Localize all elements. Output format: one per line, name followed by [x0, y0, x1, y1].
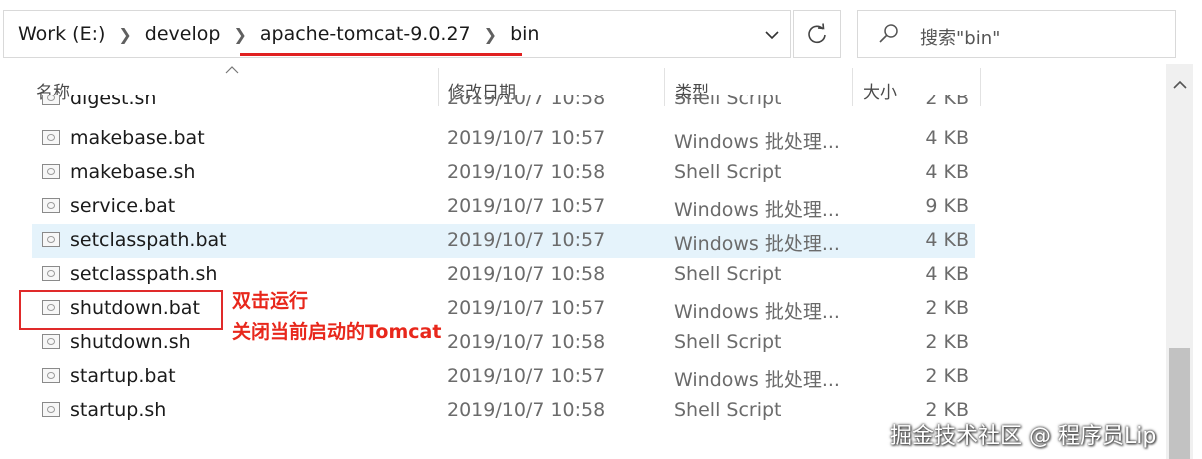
file-size: 2 KB — [925, 297, 969, 319]
batch-file-icon — [42, 368, 60, 383]
file-row[interactable]: shutdown.sh 2019/10/7 10:58 Shell Script… — [32, 326, 975, 360]
file-date: 2019/10/7 10:57 — [447, 365, 606, 387]
partial-row-clip: digest.sh 2019/10/7 10:58 Shell Script 2… — [0, 95, 1000, 115]
watermark: 掘金技术社区 @ 程序员Lip — [890, 424, 1157, 449]
file-date: 2019/10/7 10:58 — [447, 95, 606, 109]
batch-file-icon — [42, 232, 60, 247]
scrollbar-thumb[interactable] — [1169, 348, 1190, 459]
file-row[interactable]: setclasspath.sh 2019/10/7 10:58 Shell Sc… — [32, 258, 975, 292]
file-size: 4 KB — [925, 161, 969, 183]
refresh-button[interactable] — [793, 10, 841, 58]
file-name: makebase.bat — [70, 127, 205, 149]
file-size: 2 KB — [925, 95, 969, 109]
file-type: Windows 批处理... — [674, 369, 840, 391]
search-box[interactable]: 搜索"bin" — [857, 10, 1176, 58]
file-date: 2019/10/7 10:57 — [447, 127, 606, 149]
script-file-icon — [42, 402, 60, 417]
file-type: Shell Script — [674, 399, 782, 421]
file-type: Shell Script — [674, 331, 782, 353]
file-size: 9 KB — [925, 195, 969, 217]
refresh-icon — [808, 23, 826, 44]
file-row-hovered[interactable]: setclasspath.bat 2019/10/7 10:57 Windows… — [32, 224, 975, 258]
search-placeholder: 搜索"bin" — [920, 28, 1001, 49]
script-file-icon — [42, 266, 60, 281]
file-name: setclasspath.bat — [70, 229, 227, 251]
file-row[interactable]: makebase.bat 2019/10/7 10:57 Windows 批处理… — [32, 122, 975, 156]
file-date: 2019/10/7 10:58 — [447, 161, 606, 183]
file-type: Windows 批处理... — [674, 233, 840, 255]
chevron-right-icon[interactable]: ❯ — [475, 25, 506, 44]
file-row[interactable]: digest.sh 2019/10/7 10:58 Shell Script 2… — [32, 95, 975, 115]
breadcrumb-tomcat[interactable]: apache-tomcat-9.0.27 — [256, 23, 475, 45]
file-date: 2019/10/7 10:58 — [447, 331, 606, 353]
breadcrumb: Work (E:) ❯ develop ❯ apache-tomcat-9.0.… — [14, 11, 543, 57]
file-name: shutdown.sh — [70, 331, 191, 353]
breadcrumb-develop[interactable]: develop — [141, 23, 225, 45]
chevron-right-icon[interactable]: ❯ — [109, 25, 140, 44]
file-date: 2019/10/7 10:58 — [447, 399, 606, 421]
script-file-icon — [42, 164, 60, 179]
breadcrumb-underline — [240, 53, 522, 56]
file-row[interactable]: startup.sh 2019/10/7 10:58 Shell Script … — [32, 394, 975, 428]
breadcrumb-drive[interactable]: Work (E:) — [14, 23, 109, 45]
file-type: Shell Script — [674, 263, 782, 285]
file-size: 2 KB — [925, 365, 969, 387]
file-row[interactable]: startup.bat 2019/10/7 10:57 Windows 批处理.… — [32, 360, 975, 394]
file-name: service.bat — [70, 195, 176, 217]
file-size: 4 KB — [925, 263, 969, 285]
file-name: startup.bat — [70, 365, 176, 387]
file-type: Shell Script — [674, 95, 782, 109]
file-size: 2 KB — [925, 331, 969, 353]
batch-file-icon — [42, 198, 60, 213]
file-type: Windows 批处理... — [674, 301, 840, 323]
file-name: setclasspath.sh — [70, 263, 218, 285]
file-name: makebase.sh — [70, 161, 196, 183]
file-type: Shell Script — [674, 161, 782, 183]
file-row[interactable]: makebase.sh 2019/10/7 10:58 Shell Script… — [32, 156, 975, 190]
file-size: 4 KB — [925, 229, 969, 251]
chevron-right-icon[interactable]: ❯ — [224, 25, 255, 44]
file-size: 4 KB — [925, 127, 969, 149]
scroll-up-icon[interactable] — [1166, 72, 1193, 96]
file-date: 2019/10/7 10:57 — [447, 297, 606, 319]
file-name: startup.sh — [70, 399, 167, 421]
address-bar[interactable]: Work (E:) ❯ develop ❯ apache-tomcat-9.0.… — [3, 10, 791, 58]
file-date: 2019/10/7 10:58 — [447, 263, 606, 285]
highlight-box — [19, 290, 223, 330]
file-date: 2019/10/7 10:57 — [447, 195, 606, 217]
file-row[interactable]: service.bat 2019/10/7 10:57 Windows 批处理.… — [32, 190, 975, 224]
annotation-line-2: 关闭当前启动的Tomcat — [232, 321, 442, 343]
file-type: Windows 批处理... — [674, 131, 840, 153]
file-type: Windows 批处理... — [674, 199, 840, 221]
chevron-down-icon[interactable] — [754, 23, 790, 47]
file-name: digest.sh — [70, 95, 157, 109]
batch-file-icon — [42, 130, 60, 145]
breadcrumb-bin[interactable]: bin — [506, 23, 543, 45]
file-date: 2019/10/7 10:57 — [447, 229, 606, 251]
search-icon — [879, 24, 898, 43]
script-file-icon — [42, 334, 60, 349]
annotation-line-1: 双击运行 — [232, 290, 309, 312]
script-file-icon — [42, 95, 60, 105]
